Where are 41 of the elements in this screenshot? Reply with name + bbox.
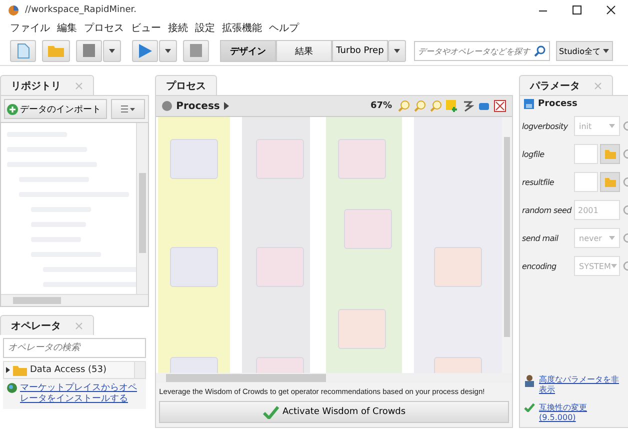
window-title: //workspace_RapidMiner. <box>25 5 138 15</box>
parameter-label: random seed <box>522 206 572 214</box>
parameter-label: resultfile <box>522 178 555 186</box>
activate-button[interactable]: Activate Wisdom of Crowds <box>159 401 509 423</box>
panel-title: リポジトリ <box>11 80 61 92</box>
menu-item[interactable]: 設定 <box>195 20 215 34</box>
panel-tab[interactable]: オペレータ <box>0 315 94 335</box>
parameter-label: encoding <box>522 262 558 270</box>
dropdown-value: never <box>579 234 602 242</box>
parameter-label: send mail <box>522 234 560 242</box>
menu-item[interactable]: 接続 <box>168 20 188 34</box>
panel-title: オペレータ <box>11 320 61 332</box>
breadcrumb[interactable]: Process <box>176 100 220 112</box>
menu-item[interactable]: 編集 <box>57 20 77 34</box>
scope-label: Studio全て <box>559 46 600 56</box>
panel-tab[interactable]: パラメータ <box>519 75 613 95</box>
menu-item[interactable]: 拡張機能 <box>222 20 262 34</box>
scope-dropdown[interactable]: Studio全て <box>556 41 614 61</box>
dropdown-value: init <box>579 122 592 130</box>
parameter-label: logfile <box>522 150 546 158</box>
menu-item[interactable]: ファイル <box>10 20 50 34</box>
view-tab[interactable]: 結果 <box>276 40 332 62</box>
parameter-link[interactable]: 高度なパラメータを非表示 <box>539 375 624 395</box>
view-tab[interactable]: デザイン <box>220 40 276 62</box>
menu-item[interactable]: ヘルプ <box>269 20 299 34</box>
panel-tab[interactable]: プロセス <box>155 75 218 95</box>
dropdown-value: SYSTEM <box>579 262 611 270</box>
panel-title: プロセス <box>166 79 206 92</box>
menu-item[interactable]: プロセス <box>84 20 124 34</box>
parameter-label: logverbosity <box>522 122 569 130</box>
tree-item-label: Data Access (53) <box>30 365 106 375</box>
parameter-link[interactable]: 互換性の変更 (9.5.000) <box>539 403 624 423</box>
panel-tab[interactable]: リポジトリ <box>0 75 94 95</box>
menu-item[interactable]: ビュー <box>131 20 161 34</box>
import-button[interactable]: データのインポート <box>4 99 108 119</box>
operator-name: Process <box>538 99 578 109</box>
panel-title: パラメータ <box>530 80 580 92</box>
view-tab[interactable]: Turbo Prep <box>332 40 388 62</box>
search-field[interactable]: オペレータの検索 <box>3 338 146 358</box>
search-field[interactable]: データやオペレータなどを探す <box>414 41 550 61</box>
zoom-level: 67% <box>370 101 392 111</box>
